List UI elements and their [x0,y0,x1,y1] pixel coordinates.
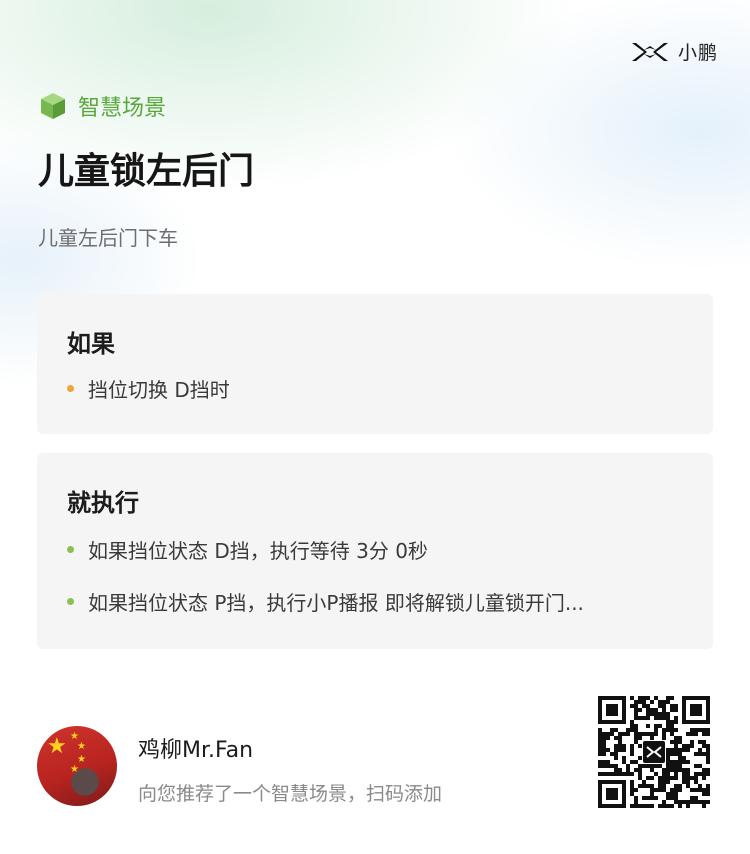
bullet-dot-icon [67,598,74,605]
condition-item-text: 挡位切换 D挡时 [88,378,230,402]
bullet-dot-icon [67,385,74,392]
scene-title: 儿童锁左后门 [38,151,255,192]
condition-card: 如果 挡位切换 D挡时 [37,294,713,434]
action-item: 如果挡位状态 D挡，执行等待 3分 0秒 [67,535,428,564]
star-icon: ★ [47,734,67,759]
scene-tag: 智慧场景 [38,90,166,122]
avatar[interactable]: ★ ★ ★ ★ ★ [37,726,117,806]
share-footer: ★ ★ ★ ★ ★ 鸡柳Mr.Fan 向您推荐了一个智慧场景，扫码添加 [0,690,750,854]
scene-subtitle: 儿童左后门下车 [38,226,178,250]
bullet-dot-icon [67,546,74,553]
qr-code[interactable] [598,696,710,808]
star-icon: ★ [70,764,79,775]
cube-icon [41,93,65,119]
action-heading: 就执行 [67,489,139,517]
share-message: 向您推荐了一个智慧场景，扫码添加 [138,783,443,805]
action-item-text: 如果挡位状态 D挡，执行等待 3分 0秒 [88,539,428,563]
star-icon: ★ [77,741,86,752]
condition-item: 挡位切换 D挡时 [67,374,230,403]
action-item-text: 如果挡位状态 P挡，执行小P播报 即将解锁儿童锁开门... [88,591,584,615]
scene-tag-label: 智慧场景 [78,96,167,121]
user-name: 鸡柳Mr.Fan [138,738,254,763]
qr-code-icon [598,696,710,808]
brand-name: 小鹏 [677,42,718,64]
condition-heading: 如果 [67,330,115,358]
xpeng-logo-icon [631,42,668,61]
action-item: 如果挡位状态 P挡，执行小P播报 即将解锁儿童锁开门... [67,587,584,616]
action-card: 就执行 如果挡位状态 D挡，执行等待 3分 0秒 如果挡位状态 P挡，执行小P播… [37,453,713,649]
brand-logo: 小鹏 [630,38,718,65]
